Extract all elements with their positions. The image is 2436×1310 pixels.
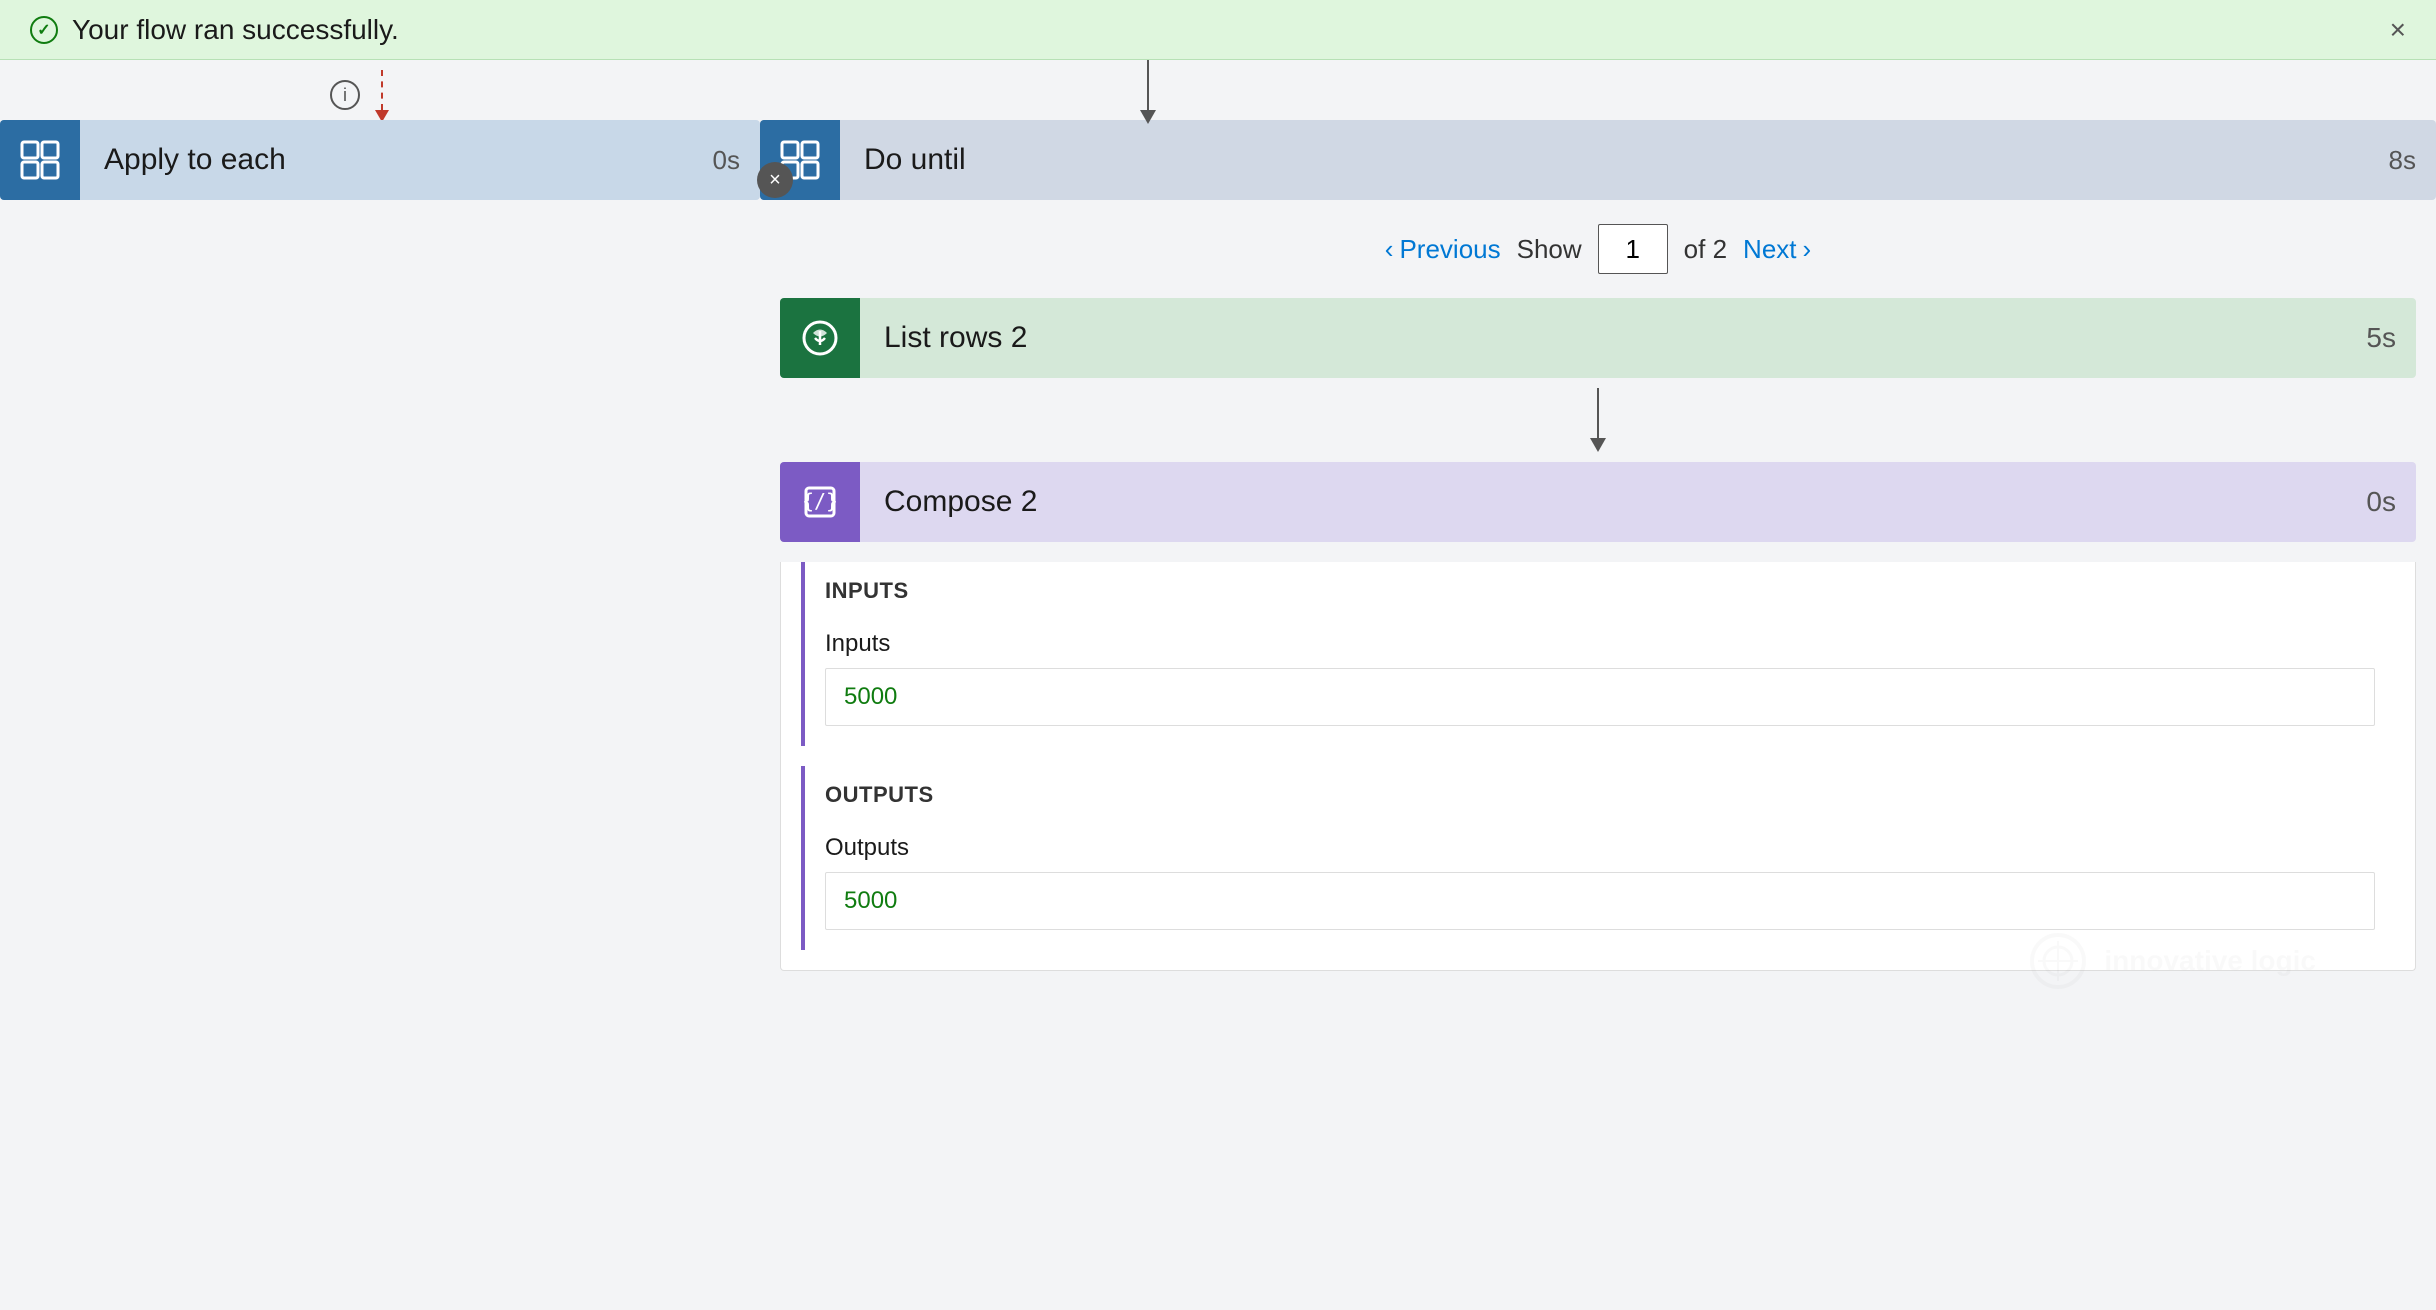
success-message: Your flow ran successfully. xyxy=(72,14,399,46)
chevron-left-icon: ‹ xyxy=(1385,234,1394,265)
pagination-bar: ‹ Previous Show of 2 Next › xyxy=(760,200,2436,298)
apply-to-each-bar[interactable]: Apply to each 0s xyxy=(0,120,760,200)
inputs-section: INPUTS Inputs 5000 xyxy=(801,562,2395,746)
list-rows-header: List rows 2 5s xyxy=(780,298,2416,378)
compose-card[interactable]: {/} Compose 2 0s INPUTS Inputs 5000 xyxy=(780,462,2416,971)
top-arrow-right xyxy=(1140,60,1156,124)
previous-button[interactable]: ‹ Previous xyxy=(1385,234,1501,265)
list-rows-icon xyxy=(780,298,860,378)
right-panel-content: ‹ Previous Show of 2 Next › xyxy=(760,200,2436,1310)
close-banner-button[interactable]: × xyxy=(2390,16,2406,44)
show-label: Show xyxy=(1517,234,1582,265)
outputs-section-header: OUTPUTS xyxy=(805,766,2395,824)
compose-header: {/} Compose 2 0s xyxy=(780,462,2416,542)
do-until-label: Do until xyxy=(840,143,2369,177)
dashed-arrow-connector xyxy=(375,70,389,122)
apply-to-each-icon xyxy=(0,120,80,200)
inputs-section-header: INPUTS xyxy=(805,562,2395,620)
next-label: Next xyxy=(1743,234,1796,265)
previous-label: Previous xyxy=(1399,234,1500,265)
list-rows-duration: 5s xyxy=(2366,322,2416,354)
inputs-field-value: 5000 xyxy=(825,668,2375,726)
canvas: i Apply to each 0s × xyxy=(0,60,2436,1310)
compose-detail-panel: INPUTS Inputs 5000 OUTPUTS Outputs 5000 xyxy=(780,562,2416,971)
apply-each-svg xyxy=(18,138,62,182)
list-rows-label: List rows 2 xyxy=(860,321,2366,355)
chevron-right-icon: › xyxy=(1803,234,1812,265)
compose-duration: 0s xyxy=(2366,486,2416,518)
inputs-field-label: Inputs xyxy=(825,630,2375,658)
outputs-field-value: 5000 xyxy=(825,872,2375,930)
of-text: of 2 xyxy=(1684,234,1727,265)
close-circle-button[interactable]: × xyxy=(757,162,793,198)
compose-svg: {/} xyxy=(798,480,842,524)
left-panel: i xyxy=(0,60,760,1310)
svg-text:{/}: {/} xyxy=(802,489,838,513)
apply-to-each-label: Apply to each xyxy=(80,143,693,177)
watermark-text: innovative logic xyxy=(2104,945,2316,977)
inputs-field: Inputs 5000 xyxy=(805,620,2395,746)
do-until-bar[interactable]: Do until 8s xyxy=(760,120,2436,200)
watermark: innovative logic xyxy=(760,931,2376,991)
list-rows-card[interactable]: List rows 2 5s xyxy=(780,298,2416,378)
list-rows-svg xyxy=(798,316,842,360)
info-icon[interactable]: i xyxy=(330,80,360,110)
mid-arrow-connector xyxy=(760,378,2436,462)
outputs-field-label: Outputs xyxy=(825,834,2375,862)
next-button[interactable]: Next › xyxy=(1743,234,1811,265)
compose-icon: {/} xyxy=(780,462,860,542)
compose-label: Compose 2 xyxy=(860,485,2366,519)
do-until-duration: 8s xyxy=(2369,145,2436,176)
apply-to-each-duration: 0s xyxy=(693,145,760,176)
success-icon xyxy=(30,16,58,44)
success-banner: Your flow ran successfully. × xyxy=(0,0,2436,60)
outputs-section: OUTPUTS Outputs 5000 xyxy=(801,766,2395,950)
page-number-input[interactable] xyxy=(1598,224,1668,274)
watermark-icon xyxy=(2028,931,2088,991)
